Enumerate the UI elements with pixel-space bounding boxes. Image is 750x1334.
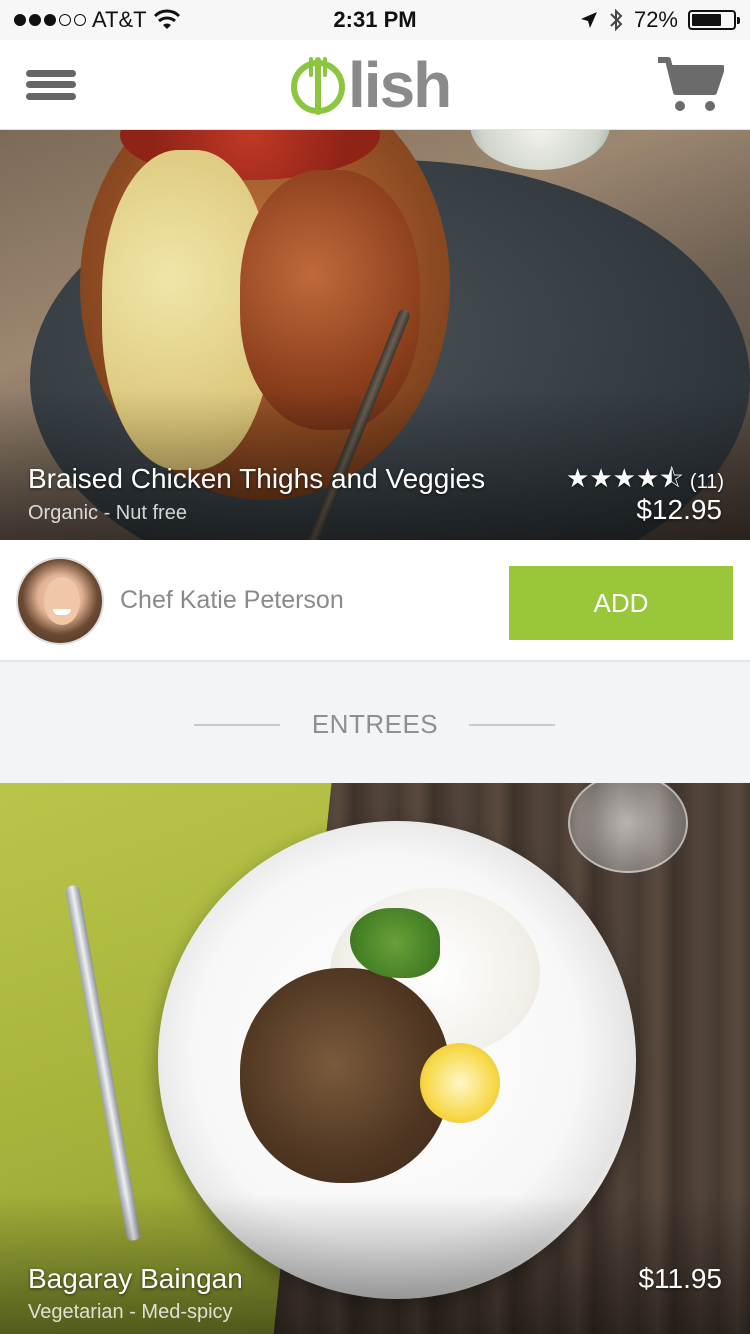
eggplant-stew: [240, 968, 450, 1183]
menu-bar: [26, 69, 76, 77]
logo-fork-icon: [291, 57, 345, 115]
signal-dot: [29, 14, 41, 26]
featured-price: $12.95: [636, 494, 722, 525]
featured-tags: Organic - Nut free: [28, 502, 187, 524]
featured-item-card[interactable]: Braised Chicken Thighs and Veggies Organ…: [0, 130, 750, 540]
entree-tags: Vegetarian - Med-spicy: [28, 1301, 233, 1323]
signal-dot: [14, 14, 26, 26]
battery-fill: [692, 14, 721, 26]
battery-percent: 72%: [633, 7, 678, 32]
bluetooth-icon: [610, 8, 623, 32]
add-button[interactable]: ADD: [509, 566, 733, 640]
status-time: 2:31 PM: [333, 7, 417, 32]
chef-name[interactable]: Chef Katie Peterson: [120, 586, 344, 615]
entree-title: Bagaray Baingan: [28, 1263, 243, 1294]
section-header: ENTREES: [0, 662, 750, 783]
signal-dot: [74, 14, 86, 26]
entree-price: $11.95: [638, 1263, 722, 1294]
app-header: lish: [0, 40, 750, 130]
location-arrow-icon: [580, 12, 597, 28]
signal-dot: [44, 14, 56, 26]
chef-avatar[interactable]: [16, 557, 104, 645]
wifi-icon: [153, 9, 180, 29]
carrier-name: AT&T: [92, 7, 147, 32]
wine-glass: [568, 783, 688, 873]
section-title: ENTREES: [311, 709, 439, 739]
lemon-wedge: [420, 1043, 500, 1123]
avatar-face: [44, 577, 80, 625]
section-divider-line: [469, 724, 555, 726]
menu-bar: [26, 92, 76, 100]
menu-bar: [26, 81, 76, 88]
logo-text: lish: [348, 49, 452, 121]
status-bar: AT&T 2:31 PM 72%: [0, 0, 750, 40]
rating-count: (11): [689, 470, 724, 493]
chef-row: Chef Katie Peterson ADD: [0, 540, 750, 662]
status-right: 72%: [476, 7, 740, 33]
battery-icon: [688, 10, 740, 30]
hamburger-menu-icon[interactable]: [26, 65, 76, 105]
signal-strength-icon: [14, 14, 86, 26]
featured-title: Braised Chicken Thighs and Veggies: [28, 463, 486, 494]
shopping-cart-icon[interactable]: [656, 56, 724, 114]
app-logo: lish: [290, 49, 452, 121]
status-left: AT&T: [14, 7, 274, 33]
signal-dot: [59, 14, 71, 26]
entree-item-card[interactable]: Bagaray Baingan Vegetarian - Med-spicy $…: [0, 783, 750, 1334]
side-bowl: [470, 130, 610, 170]
